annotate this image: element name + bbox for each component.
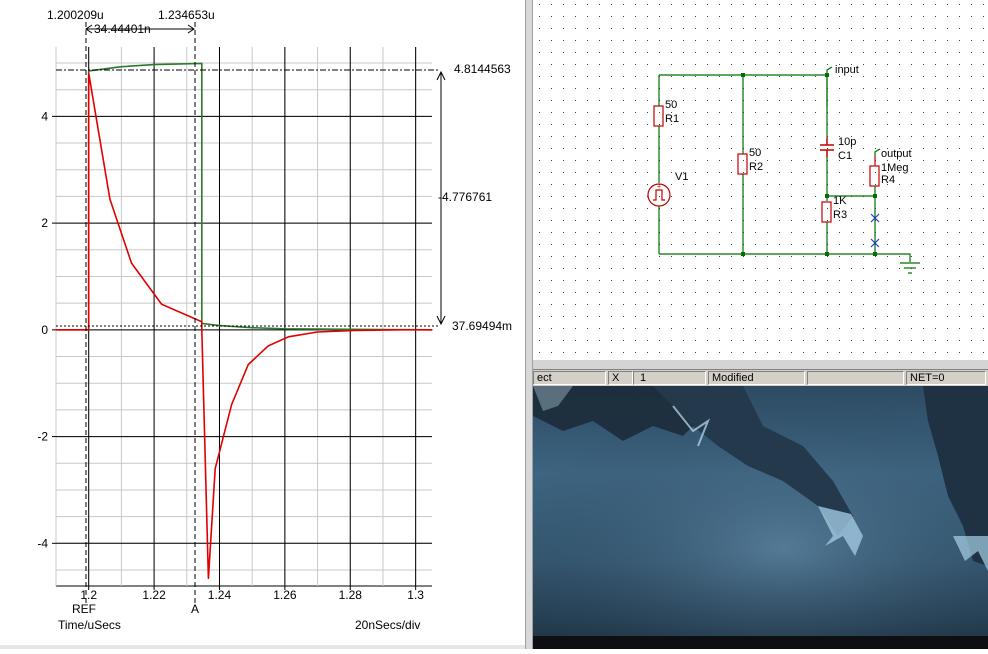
trace-output-point [214, 468, 216, 470]
trace-input-point [349, 328, 351, 330]
net-input-label: input [835, 64, 859, 76]
trace-output-point [267, 345, 269, 347]
c1-value: 10p [838, 136, 856, 148]
y-tick-label: -4 [37, 536, 48, 550]
r3-value: 1K [833, 195, 847, 207]
r3-ref: R3 [833, 209, 847, 221]
trace-output-point [231, 404, 233, 406]
cursor-a-time: 1.234653u [158, 8, 215, 22]
axis-ticks: 4 2 0 -2 -4 1.2 1.22 1.24 1.26 1.28 1.3 [37, 109, 424, 602]
cursor-ref-time: 1.200209u [47, 8, 104, 22]
plot-bottom-strip [0, 645, 525, 649]
y-tick-label: 0 [41, 323, 48, 337]
taskbar [533, 636, 988, 649]
schematic-editor[interactable]: + 50 R1 50 R2 10p C1 1K R3 1Meg R4 V1 in… [533, 0, 988, 360]
trace-input-point [153, 64, 155, 66]
x-tick-label: 1.28 [339, 588, 363, 602]
status-x-label: X [608, 371, 633, 385]
y-tick-label: -2 [37, 430, 48, 444]
schematic-dot-grid [533, 0, 988, 360]
time-per-div: 20nSecs/div [355, 618, 420, 632]
r2-value: 50 [749, 147, 761, 159]
cursor-a-label: A [191, 602, 199, 616]
status-net: NET=0 [906, 371, 986, 385]
trace-output-point [88, 72, 90, 74]
trace-output-point [353, 329, 356, 331]
status-modified: Modified [708, 371, 805, 385]
trace-output-point [201, 329, 203, 331]
x-tick-label: 1.22 [142, 588, 166, 602]
schematic-canvas[interactable]: + 50 R1 50 R2 10p C1 1K R3 1Meg R4 V1 in… [533, 0, 988, 360]
x-tick-label: 1.24 [208, 588, 232, 602]
svg-text:+: + [657, 184, 661, 191]
trace-input-point [120, 66, 122, 68]
status-x-value: 1 [633, 371, 706, 385]
trace-output-point [207, 577, 209, 580]
x-tick-label: 1.2 [80, 588, 97, 602]
max-value-readout: 4.8144563 [454, 62, 511, 76]
trace-output-point [88, 329, 90, 331]
net-output-label: output [881, 148, 912, 160]
r2-ref: R2 [749, 161, 763, 173]
min-value-readout: 37.69494m [452, 319, 512, 333]
panel-splitter[interactable] [525, 0, 533, 649]
trace-input-point [251, 327, 253, 329]
waveform-plot[interactable]: 1.200209u 1.234653u 34.44401n 4 2 0 -2 -4 1.2… [0, 0, 525, 649]
trace-output-point [55, 329, 57, 331]
x-tick-label: 1.3 [407, 588, 424, 602]
r1-ref: R1 [665, 113, 679, 125]
delta-time: 34.44401n [94, 22, 151, 36]
traces [55, 62, 433, 580]
trace-output-point [109, 198, 111, 200]
x-axis-label: Time/uSecs [58, 618, 121, 632]
desktop-wallpaper [533, 386, 988, 636]
v1-ref: V1 [675, 171, 688, 183]
status-bar: ect X 1 Modified NET=0 [533, 369, 988, 386]
trace-output-point [431, 329, 433, 331]
trace-input-point [88, 70, 90, 72]
r4-value: 1Meg [881, 162, 909, 174]
trace-input-point [218, 325, 221, 327]
cursor-ref-label: REF [72, 602, 96, 616]
r4-ref: R4 [881, 174, 895, 186]
schematic-splitter[interactable] [533, 360, 988, 369]
status-mode: ect [533, 371, 606, 385]
trace-output-point [130, 262, 133, 264]
trace-output-point [400, 329, 402, 331]
trace-output-point [316, 331, 318, 333]
wallpaper-image [533, 386, 988, 636]
grid [55, 47, 432, 586]
delta-value-readout: -4.776761 [438, 190, 492, 204]
y-tick-label: 2 [41, 216, 48, 230]
c1-ref: C1 [838, 150, 852, 162]
waveform-viewer[interactable]: 1.200209u 1.234653u 34.44401n 4 2 0 -2 -4 1.2… [0, 0, 525, 649]
trace-output-point [161, 303, 163, 305]
trace-output-point [287, 336, 290, 338]
y-tick-label: 4 [41, 109, 48, 123]
x-tick-label: 1.26 [273, 588, 297, 602]
trace-input-point [201, 62, 203, 65]
trace-input-point [284, 328, 286, 330]
trace-output-point [201, 321, 203, 323]
trace-output-point [247, 363, 249, 366]
r1-value: 50 [665, 99, 677, 111]
status-empty [807, 371, 904, 385]
